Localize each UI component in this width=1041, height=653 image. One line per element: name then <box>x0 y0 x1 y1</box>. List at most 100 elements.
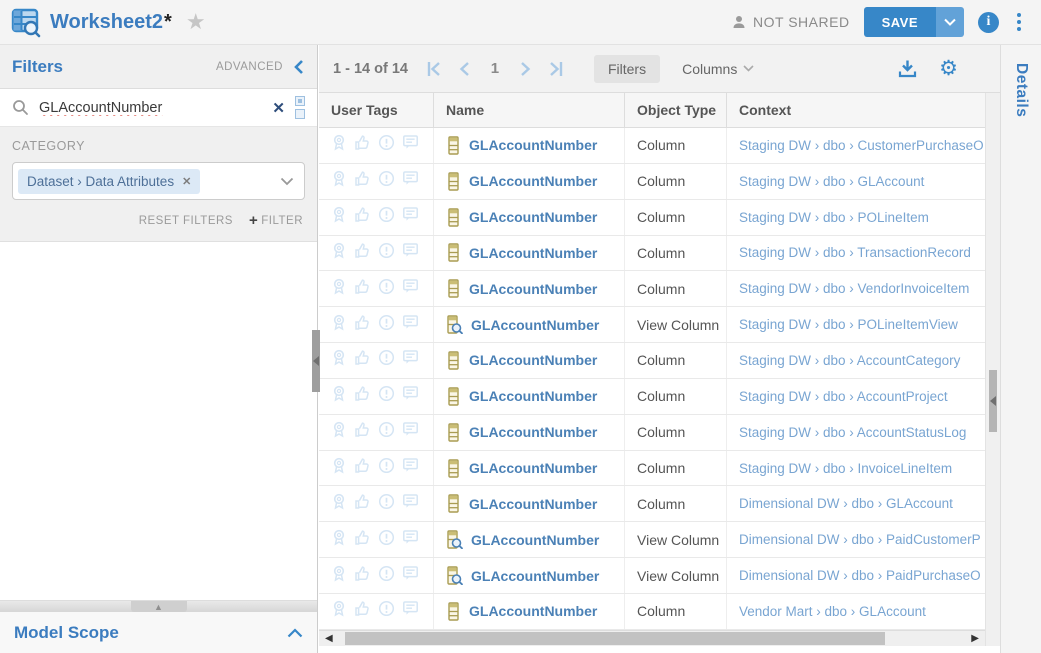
context-link[interactable]: Staging DW › dbo › POLineItem <box>739 210 929 225</box>
context-link[interactable]: Staging DW › dbo › POLineItemView <box>739 317 958 332</box>
alert-icon[interactable] <box>378 206 395 228</box>
context-link[interactable]: Dimensional DW › dbo › GLAccount <box>739 496 953 511</box>
add-filter-link[interactable]: + FILTER <box>249 212 303 229</box>
object-name-link[interactable]: GLAccountNumber <box>471 317 599 333</box>
alert-icon[interactable] <box>378 349 395 371</box>
header-user-tags[interactable]: User Tags <box>319 93 434 127</box>
prev-page-button[interactable] <box>452 56 478 82</box>
first-page-button[interactable] <box>422 56 448 82</box>
overflow-menu-icon[interactable] <box>1013 11 1025 33</box>
save-dropdown-button[interactable] <box>936 7 964 37</box>
object-name-link[interactable]: GLAccountNumber <box>471 568 599 584</box>
context-link[interactable]: Staging DW › dbo › VendorInvoiceItem <box>739 281 969 296</box>
category-dropdown[interactable]: Dataset › Data Attributes ✕ <box>12 162 305 200</box>
context-link[interactable]: Staging DW › dbo › AccountCategory <box>739 353 960 368</box>
object-name-link[interactable]: GLAccountNumber <box>469 388 597 404</box>
alert-icon[interactable] <box>378 278 395 300</box>
table-row[interactable]: GLAccountNumberColumnStaging DW › dbo › … <box>319 451 985 487</box>
table-row[interactable]: GLAccountNumberColumnStaging DW › dbo › … <box>319 200 985 236</box>
reset-filters-link[interactable]: RESET FILTERS <box>139 215 233 227</box>
award-icon[interactable] <box>331 565 347 587</box>
comment-icon[interactable] <box>402 242 419 264</box>
horizontal-scrollbar[interactable]: ◀ ▶ <box>319 630 985 646</box>
thumbs-up-icon[interactable] <box>354 314 371 336</box>
save-button[interactable]: SAVE <box>864 7 936 37</box>
comment-icon[interactable] <box>402 565 419 587</box>
context-link[interactable]: Staging DW › dbo › AccountStatusLog <box>739 425 966 440</box>
comment-icon[interactable] <box>402 170 419 192</box>
object-name-link[interactable]: GLAccountNumber <box>469 281 597 297</box>
current-page[interactable]: 1 <box>482 60 508 77</box>
table-row[interactable]: GLAccountNumberColumnVendor Mart › dbo ›… <box>319 594 985 630</box>
header-context[interactable]: Context <box>727 93 985 127</box>
vertical-scrollbar-track[interactable] <box>985 93 1000 646</box>
award-icon[interactable] <box>331 206 347 228</box>
award-icon[interactable] <box>331 529 347 551</box>
context-link[interactable]: Staging DW › dbo › CustomerPurchaseO <box>739 138 984 153</box>
context-link[interactable]: Staging DW › dbo › InvoiceLineItem <box>739 461 952 476</box>
object-name-link[interactable]: GLAccountNumber <box>469 245 597 261</box>
thumbs-up-icon[interactable] <box>354 134 371 156</box>
header-object-type[interactable]: Object Type <box>625 93 727 127</box>
thumbs-up-icon[interactable] <box>354 421 371 443</box>
award-icon[interactable] <box>331 421 347 443</box>
clear-search-icon[interactable]: ✕ <box>272 99 285 117</box>
thumbs-up-icon[interactable] <box>354 565 371 587</box>
thumbs-up-icon[interactable] <box>354 170 371 192</box>
thumbs-up-icon[interactable] <box>354 600 371 622</box>
alert-icon[interactable] <box>378 385 395 407</box>
object-name-link[interactable]: GLAccountNumber <box>469 460 597 476</box>
thumbs-up-icon[interactable] <box>354 493 371 515</box>
thumbs-up-icon[interactable] <box>354 457 371 479</box>
award-icon[interactable] <box>331 134 347 156</box>
award-icon[interactable] <box>331 170 347 192</box>
search-scope-icon[interactable] <box>295 96 305 119</box>
scroll-right-icon[interactable]: ▶ <box>971 633 979 644</box>
award-icon[interactable] <box>331 314 347 336</box>
table-row[interactable]: GLAccountNumberColumnStaging DW › dbo › … <box>319 128 985 164</box>
object-name-link[interactable]: GLAccountNumber <box>469 496 597 512</box>
comment-icon[interactable] <box>402 278 419 300</box>
next-page-button[interactable] <box>512 56 538 82</box>
table-row[interactable]: GLAccountNumberColumnStaging DW › dbo › … <box>319 271 985 307</box>
object-name-link[interactable]: GLAccountNumber <box>469 603 597 619</box>
alert-icon[interactable] <box>378 421 395 443</box>
award-icon[interactable] <box>331 457 347 479</box>
thumbs-up-icon[interactable] <box>354 242 371 264</box>
comment-icon[interactable] <box>402 600 419 622</box>
scrollbar-thumb[interactable] <box>345 632 885 645</box>
object-name-link[interactable]: GLAccountNumber <box>469 173 597 189</box>
thumbs-up-icon[interactable] <box>354 385 371 407</box>
alert-icon[interactable] <box>378 242 395 264</box>
columns-menu-button[interactable]: Columns <box>678 55 758 83</box>
thumbs-up-icon[interactable] <box>354 349 371 371</box>
chevron-up-icon[interactable] <box>287 628 303 638</box>
award-icon[interactable] <box>331 493 347 515</box>
table-row[interactable]: GLAccountNumberColumnStaging DW › dbo › … <box>319 415 985 451</box>
details-tab[interactable]: Details <box>1012 63 1030 117</box>
expand-details-handle[interactable] <box>989 370 997 432</box>
alert-icon[interactable] <box>378 493 395 515</box>
alert-icon[interactable] <box>378 457 395 479</box>
header-name[interactable]: Name <box>434 93 625 127</box>
object-name-link[interactable]: GLAccountNumber <box>469 424 597 440</box>
comment-icon[interactable] <box>402 314 419 336</box>
comment-icon[interactable] <box>402 206 419 228</box>
award-icon[interactable] <box>331 242 347 264</box>
object-name-link[interactable]: GLAccountNumber <box>469 352 597 368</box>
table-row[interactable]: GLAccountNumberColumnStaging DW › dbo › … <box>319 379 985 415</box>
comment-icon[interactable] <box>402 421 419 443</box>
award-icon[interactable] <box>331 600 347 622</box>
advanced-link[interactable]: ADVANCED <box>216 61 283 73</box>
thumbs-up-icon[interactable] <box>354 278 371 300</box>
model-scope-section[interactable]: Model Scope <box>0 612 317 653</box>
context-link[interactable]: Dimensional DW › dbo › PaidPurchaseO <box>739 568 981 583</box>
award-icon[interactable] <box>331 349 347 371</box>
award-icon[interactable] <box>331 278 347 300</box>
comment-icon[interactable] <box>402 134 419 156</box>
table-row[interactable]: GLAccountNumberColumnDimensional DW › db… <box>319 486 985 522</box>
favorite-star-icon[interactable]: ★ <box>186 9 206 35</box>
info-icon[interactable]: i <box>978 12 999 33</box>
thumbs-up-icon[interactable] <box>354 206 371 228</box>
award-icon[interactable] <box>331 385 347 407</box>
